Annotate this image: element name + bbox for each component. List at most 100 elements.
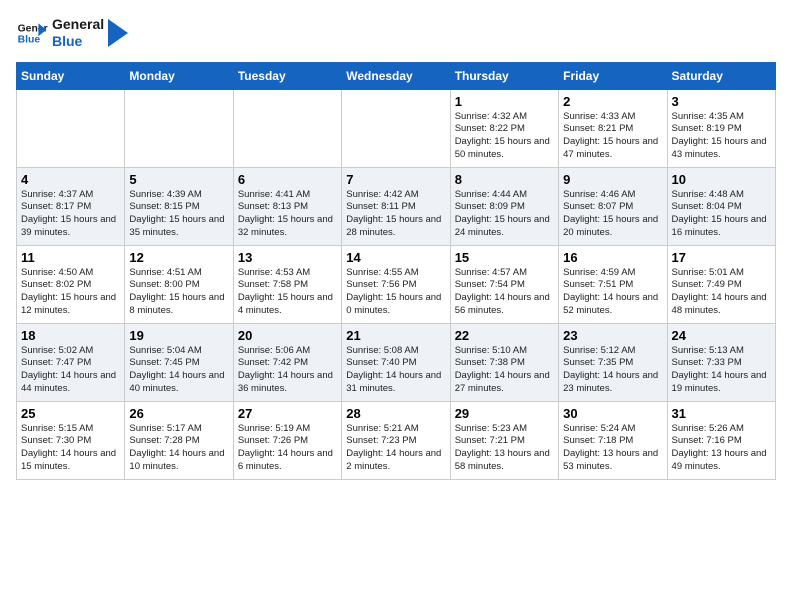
calendar-cell: 4 Sunrise: 4:37 AM Sunset: 8:17 PM Daylig…	[17, 167, 125, 245]
cell-content: Sunrise: 4:33 AM Sunset: 8:21 PM Dayligh…	[563, 111, 662, 162]
calendar-cell: 21 Sunrise: 5:08 AM Sunset: 7:40 PM Dayli…	[342, 323, 450, 401]
calendar-cell: 7Sunrise: 4:42 AM Sunset: 8:11 PM Daylig…	[342, 167, 450, 245]
calendar-cell: 2 Sunrise: 4:33 AM Sunset: 8:21 PM Daylig…	[559, 89, 667, 167]
calendar-cell: 9 Sunrise: 4:46 AM Sunset: 8:07 PM Daylig…	[559, 167, 667, 245]
cell-content: Sunrise: 4:50 AM Sunset: 8:02 PM Dayligh…	[21, 267, 120, 318]
weekday-header-tuesday: Tuesday	[233, 62, 341, 89]
calendar-header: SundayMondayTuesdayWednesdayThursdayFrid…	[17, 62, 776, 89]
calendar-cell: 18 Sunrise: 5:02 AM Sunset: 7:47 PM Dayli…	[17, 323, 125, 401]
calendar-cell	[125, 89, 233, 167]
calendar-cell: 24 Sunrise: 5:13 AM Sunset: 7:33 PM Dayli…	[667, 323, 775, 401]
calendar-cell: 16 Sunrise: 4:59 AM Sunset: 7:51 PM Dayli…	[559, 245, 667, 323]
week-row-3: 11 Sunrise: 4:50 AM Sunset: 8:02 PM Dayli…	[17, 245, 776, 323]
calendar-cell: 30Sunrise: 5:24 AM Sunset: 7:18 PM Dayli…	[559, 401, 667, 479]
cell-content: Sunrise: 4:55 AM Sunset: 7:56 PM Dayligh…	[346, 267, 445, 318]
day-number: 21	[346, 328, 445, 343]
day-number: 19	[129, 328, 228, 343]
calendar-cell: 5 Sunrise: 4:39 AM Sunset: 8:15 PM Daylig…	[125, 167, 233, 245]
cell-content: Sunrise: 5:12 AM Sunset: 7:35 PM Dayligh…	[563, 345, 662, 396]
calendar-cell	[342, 89, 450, 167]
calendar-cell: 6 Sunrise: 4:41 AM Sunset: 8:13 PM Daylig…	[233, 167, 341, 245]
cell-content: Sunrise: 4:37 AM Sunset: 8:17 PM Dayligh…	[21, 189, 120, 240]
cell-content: Sunrise: 4:46 AM Sunset: 8:07 PM Dayligh…	[563, 189, 662, 240]
calendar-cell: 31Sunrise: 5:26 AM Sunset: 7:16 PM Dayli…	[667, 401, 775, 479]
day-number: 10	[672, 172, 771, 187]
cell-content: Sunrise: 4:53 AM Sunset: 7:58 PM Dayligh…	[238, 267, 337, 318]
weekday-header-wednesday: Wednesday	[342, 62, 450, 89]
day-number: 7	[346, 172, 445, 187]
weekday-header-saturday: Saturday	[667, 62, 775, 89]
day-number: 9	[563, 172, 662, 187]
calendar-cell: 25 Sunrise: 5:15 AM Sunset: 7:30 PM Dayli…	[17, 401, 125, 479]
day-number: 17	[672, 250, 771, 265]
cell-content: Sunrise: 5:06 AM Sunset: 7:42 PM Dayligh…	[238, 345, 337, 396]
weekday-header-sunday: Sunday	[17, 62, 125, 89]
cell-content: Sunrise: 4:59 AM Sunset: 7:51 PM Dayligh…	[563, 267, 662, 318]
cell-content: Sunrise: 5:19 AM Sunset: 7:26 PM Dayligh…	[238, 423, 337, 474]
day-number: 18	[21, 328, 120, 343]
cell-content: Sunrise: 5:08 AM Sunset: 7:40 PM Dayligh…	[346, 345, 445, 396]
week-row-5: 25 Sunrise: 5:15 AM Sunset: 7:30 PM Dayli…	[17, 401, 776, 479]
day-number: 31	[672, 406, 771, 421]
cell-content: Sunrise: 5:17 AM Sunset: 7:28 PM Dayligh…	[129, 423, 228, 474]
day-number: 13	[238, 250, 337, 265]
logo-general: General	[52, 16, 104, 33]
calendar-cell: 27 Sunrise: 5:19 AM Sunset: 7:26 PM Dayli…	[233, 401, 341, 479]
calendar-cell: 26 Sunrise: 5:17 AM Sunset: 7:28 PM Dayli…	[125, 401, 233, 479]
calendar-cell: 8 Sunrise: 4:44 AM Sunset: 8:09 PM Daylig…	[450, 167, 558, 245]
day-number: 23	[563, 328, 662, 343]
day-number: 16	[563, 250, 662, 265]
day-number: 6	[238, 172, 337, 187]
calendar-cell: 22Sunrise: 5:10 AM Sunset: 7:38 PM Dayli…	[450, 323, 558, 401]
cell-content: Sunrise: 4:48 AM Sunset: 8:04 PM Dayligh…	[672, 189, 771, 240]
day-number: 11	[21, 250, 120, 265]
day-number: 3	[672, 94, 771, 109]
calendar-table: SundayMondayTuesdayWednesdayThursdayFrid…	[16, 62, 776, 480]
calendar-cell: 1Sunrise: 4:32 AM Sunset: 8:22 PM Daylig…	[450, 89, 558, 167]
calendar-cell: 14 Sunrise: 4:55 AM Sunset: 7:56 PM Dayli…	[342, 245, 450, 323]
calendar-cell: 10 Sunrise: 4:48 AM Sunset: 8:04 PM Dayli…	[667, 167, 775, 245]
calendar-cell: 15 Sunrise: 4:57 AM Sunset: 7:54 PM Dayli…	[450, 245, 558, 323]
cell-content: Sunrise: 4:32 AM Sunset: 8:22 PM Dayligh…	[455, 111, 554, 162]
logo-arrow-icon	[108, 19, 128, 47]
day-number: 8	[455, 172, 554, 187]
day-number: 15	[455, 250, 554, 265]
day-number: 12	[129, 250, 228, 265]
cell-content: Sunrise: 4:39 AM Sunset: 8:15 PM Dayligh…	[129, 189, 228, 240]
page-header: General Blue General Blue	[16, 16, 776, 50]
cell-content: Sunrise: 5:15 AM Sunset: 7:30 PM Dayligh…	[21, 423, 120, 474]
cell-content: Sunrise: 5:13 AM Sunset: 7:33 PM Dayligh…	[672, 345, 771, 396]
calendar-cell: 19Sunrise: 5:04 AM Sunset: 7:45 PM Dayli…	[125, 323, 233, 401]
calendar-cell: 13 Sunrise: 4:53 AM Sunset: 7:58 PM Dayli…	[233, 245, 341, 323]
day-number: 2	[563, 94, 662, 109]
day-number: 28	[346, 406, 445, 421]
cell-content: Sunrise: 4:57 AM Sunset: 7:54 PM Dayligh…	[455, 267, 554, 318]
weekday-header-thursday: Thursday	[450, 62, 558, 89]
calendar-cell	[17, 89, 125, 167]
day-number: 20	[238, 328, 337, 343]
cell-content: Sunrise: 5:01 AM Sunset: 7:49 PM Dayligh…	[672, 267, 771, 318]
cell-content: Sunrise: 4:41 AM Sunset: 8:13 PM Dayligh…	[238, 189, 337, 240]
calendar-cell: 23 Sunrise: 5:12 AM Sunset: 7:35 PM Dayli…	[559, 323, 667, 401]
calendar-cell: 20 Sunrise: 5:06 AM Sunset: 7:42 PM Dayli…	[233, 323, 341, 401]
calendar-cell: 29Sunrise: 5:23 AM Sunset: 7:21 PM Dayli…	[450, 401, 558, 479]
day-number: 27	[238, 406, 337, 421]
day-number: 25	[21, 406, 120, 421]
day-number: 26	[129, 406, 228, 421]
day-number: 4	[21, 172, 120, 187]
weekday-header-friday: Friday	[559, 62, 667, 89]
svg-text:Blue: Blue	[18, 34, 41, 45]
cell-content: Sunrise: 5:21 AM Sunset: 7:23 PM Dayligh…	[346, 423, 445, 474]
day-number: 24	[672, 328, 771, 343]
cell-content: Sunrise: 4:35 AM Sunset: 8:19 PM Dayligh…	[672, 111, 771, 162]
calendar-cell: 17 Sunrise: 5:01 AM Sunset: 7:49 PM Dayli…	[667, 245, 775, 323]
week-row-2: 4 Sunrise: 4:37 AM Sunset: 8:17 PM Daylig…	[17, 167, 776, 245]
day-number: 5	[129, 172, 228, 187]
day-number: 29	[455, 406, 554, 421]
cell-content: Sunrise: 5:02 AM Sunset: 7:47 PM Dayligh…	[21, 345, 120, 396]
logo-icon: General Blue	[16, 17, 48, 49]
cell-content: Sunrise: 4:44 AM Sunset: 8:09 PM Dayligh…	[455, 189, 554, 240]
cell-content: Sunrise: 4:51 AM Sunset: 8:00 PM Dayligh…	[129, 267, 228, 318]
logo-blue: Blue	[52, 33, 104, 50]
day-number: 14	[346, 250, 445, 265]
